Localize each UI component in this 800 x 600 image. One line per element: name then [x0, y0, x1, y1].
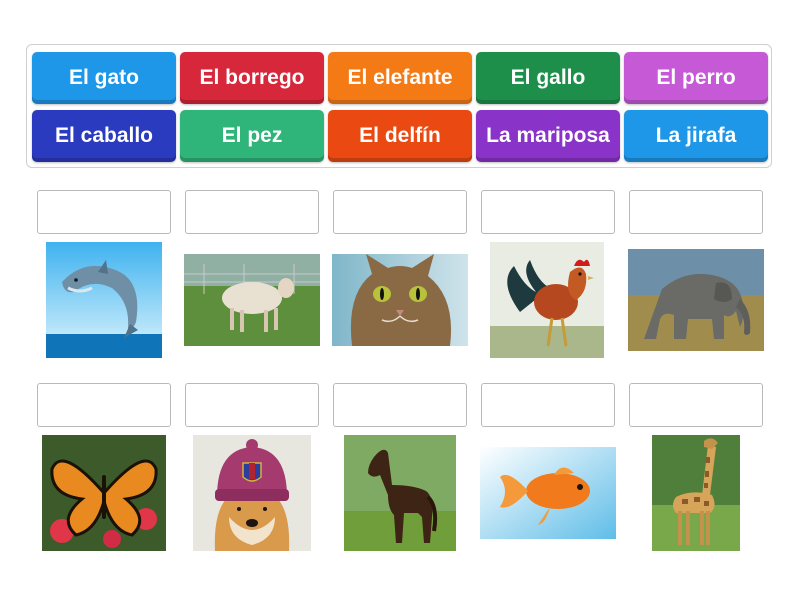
drop-slot[interactable]	[481, 383, 615, 427]
word-tile-perro[interactable]: El perro	[624, 52, 768, 104]
drop-slot[interactable]	[185, 190, 319, 234]
word-tile-borrego[interactable]: El borrego	[180, 52, 324, 104]
drop-slot[interactable]	[185, 383, 319, 427]
drop-slot[interactable]	[333, 190, 467, 234]
word-tile-jirafa[interactable]: La jirafa	[624, 110, 768, 162]
word-tile-gato[interactable]: El gato	[32, 52, 176, 104]
dolphin-image	[46, 242, 162, 358]
rooster-image	[490, 242, 604, 358]
giraffe-image	[652, 435, 740, 551]
sheep-image	[184, 254, 320, 346]
elephant-image	[628, 249, 764, 351]
drop-slot[interactable]	[629, 190, 763, 234]
goldfish-image	[480, 447, 616, 539]
cat-image	[332, 254, 468, 346]
drop-slot[interactable]	[37, 383, 171, 427]
word-tile-elefante[interactable]: El elefante	[328, 52, 472, 104]
horse-image	[344, 435, 456, 551]
drop-slot[interactable]	[629, 383, 763, 427]
word-tile-mariposa[interactable]: La mariposa	[476, 110, 620, 162]
word-tile-pez[interactable]: El pez	[180, 110, 324, 162]
word-tile-caballo[interactable]: El caballo	[32, 110, 176, 162]
drop-slot[interactable]	[37, 190, 171, 234]
word-tile-delfin[interactable]: El delfín	[328, 110, 472, 162]
drop-slot[interactable]	[333, 383, 467, 427]
word-tile-gallo[interactable]: El gallo	[476, 52, 620, 104]
drop-slot[interactable]	[481, 190, 615, 234]
butterfly-image	[42, 435, 166, 551]
dog-image	[193, 435, 311, 551]
